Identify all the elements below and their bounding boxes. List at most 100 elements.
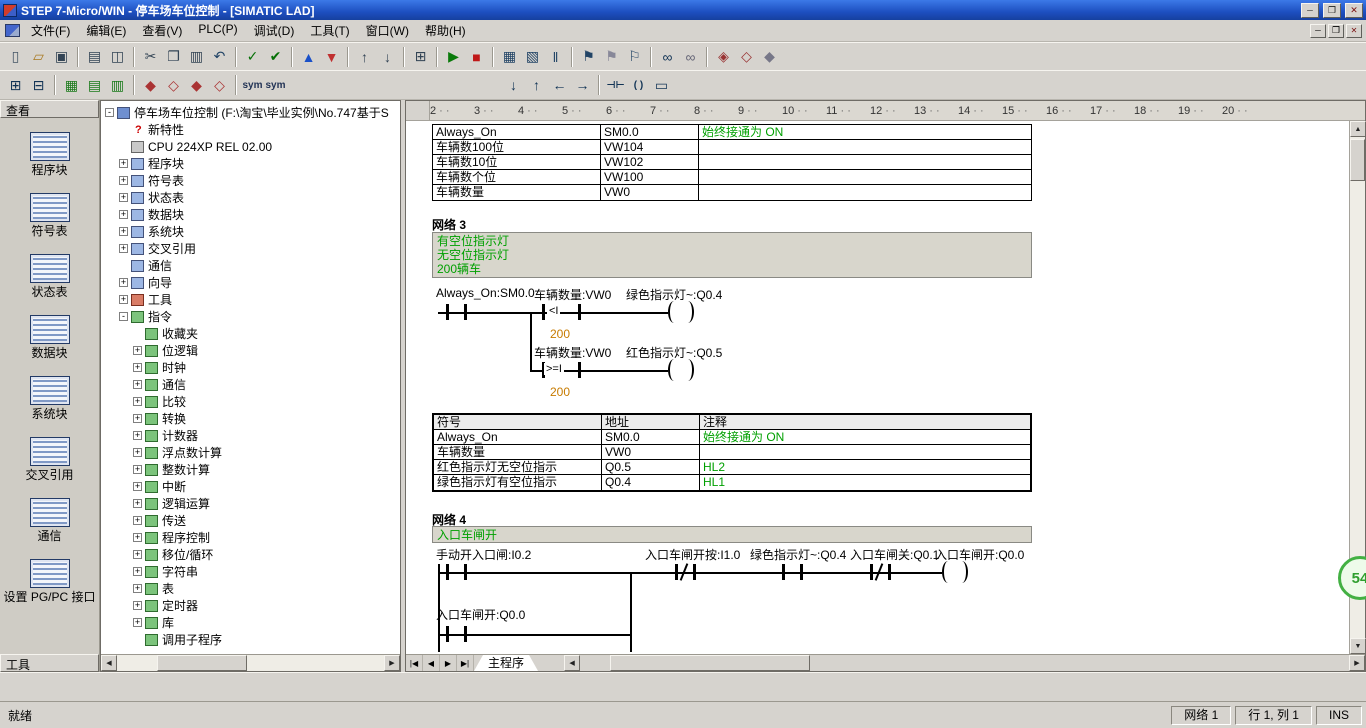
address-cell[interactable]: SM0.0	[601, 125, 699, 139]
address-cell[interactable]: VW100	[601, 170, 699, 184]
address-cell[interactable]: VW0	[601, 185, 699, 200]
tab-main-program[interactable]: 主程序	[474, 655, 538, 671]
vertical-scroll-thumb[interactable]	[1350, 139, 1365, 181]
symbol-comment-toggle-icon[interactable]: sym	[264, 74, 287, 96]
address-cell[interactable]: SM0.0	[602, 430, 700, 444]
address-cell[interactable]: Q0.5	[602, 460, 700, 474]
menu-item[interactable]: PLC(P)	[190, 19, 245, 42]
contact-operand[interactable]: 手动开入口闸:I0.2	[436, 546, 531, 563]
tree-expander-icon[interactable]: +	[133, 584, 142, 593]
contact-operand[interactable]: Always_On:SM0.0	[436, 286, 535, 300]
tree-expander-icon[interactable]: +	[119, 210, 128, 219]
compare-value[interactable]: 200	[550, 385, 570, 399]
pause-monitor-icon[interactable]: ∞	[679, 46, 702, 68]
network3-comment[interactable]: 有空位指示灯 无空位指示灯 200辆车	[432, 232, 1032, 278]
tree-item[interactable]: 收藏夹	[103, 325, 400, 342]
tree-item[interactable]: + 浮点数计算	[103, 444, 400, 461]
tree-expander-icon[interactable]: +	[133, 414, 142, 423]
tree-item[interactable]: + 表	[103, 580, 400, 597]
coil-arc[interactable]	[668, 359, 680, 381]
symbol-cell[interactable]: 车辆数量	[433, 185, 601, 200]
status-monitor-icon[interactable]: ∞	[656, 46, 679, 68]
tab-nav-button[interactable]: ▶|	[457, 655, 474, 671]
comment-cell[interactable]: HL2	[700, 460, 1030, 474]
tree-item[interactable]: + 逻辑运算	[103, 495, 400, 512]
symbol-cell[interactable]: Always_On	[433, 125, 601, 139]
tree-item[interactable]: + 中断	[103, 478, 400, 495]
tree-item[interactable]: + 系统块	[103, 223, 400, 240]
tree-item[interactable]: + 库	[103, 614, 400, 631]
tree-item[interactable]: + 程序块	[103, 155, 400, 172]
tree-expander-icon[interactable]: +	[119, 278, 128, 287]
tree-item[interactable]: + 字符串	[103, 563, 400, 580]
options-icon[interactable]: ⊞	[409, 46, 432, 68]
menu-item[interactable]: 窗口(W)	[358, 19, 417, 42]
compile-icon[interactable]: ✓	[241, 46, 264, 68]
comment-cell[interactable]	[699, 140, 1031, 154]
mdi-close-button[interactable]	[1346, 23, 1362, 38]
sidebar-item-cross-reference[interactable]: 交叉引用	[3, 437, 97, 482]
menu-item[interactable]: 编辑(E)	[78, 19, 134, 42]
comment-cell[interactable]	[699, 185, 1031, 200]
tree-expander-icon[interactable]: +	[133, 431, 142, 440]
download-icon[interactable]: ▼	[320, 46, 343, 68]
contact-operand[interactable]: 绿色指示灯~:Q0.4	[750, 546, 846, 563]
tree-item[interactable]: + 向导	[103, 274, 400, 291]
menu-item[interactable]: 文件(F)	[23, 19, 78, 42]
network4-comment[interactable]: 入口车闸开	[432, 526, 1032, 543]
contact-operand[interactable]: 入口车闸关:Q0.1	[850, 546, 939, 563]
coil-arc[interactable]	[682, 301, 694, 323]
header-cell[interactable]: 地址	[602, 415, 700, 429]
tree-expander-icon[interactable]: +	[119, 295, 128, 304]
tree-item[interactable]: + 工具	[103, 291, 400, 308]
upload-icon[interactable]: ▲	[297, 46, 320, 68]
print-preview-icon[interactable]: ◫	[106, 46, 129, 68]
tab-nav-button[interactable]: ▶	[440, 655, 457, 671]
pause-status-icon[interactable]: ‖	[544, 46, 567, 68]
menu-item[interactable]: 帮助(H)	[417, 19, 474, 42]
address-cell[interactable]: VW0	[602, 445, 700, 459]
restore-button[interactable]	[1323, 2, 1341, 18]
tree-expander-icon[interactable]: +	[133, 380, 142, 389]
mdi-minimize-button[interactable]	[1310, 23, 1326, 38]
tree-item[interactable]: + 计数器	[103, 427, 400, 444]
tree-expander-icon[interactable]: +	[133, 567, 142, 576]
save-icon[interactable]: ▣	[50, 46, 73, 68]
tree-expander-icon[interactable]: +	[133, 516, 142, 525]
tree-item[interactable]: + 状态表	[103, 189, 400, 206]
insert-coil-icon[interactable]: ( )	[627, 74, 650, 96]
scroll-up-icon[interactable]	[1350, 121, 1366, 137]
symbol-cell[interactable]: 车辆数量	[434, 445, 602, 459]
compare-value[interactable]: 200	[550, 327, 570, 341]
sidebar-item-communications[interactable]: 通信	[3, 498, 97, 543]
cut-icon[interactable]: ✂	[139, 46, 162, 68]
tree-item[interactable]: + 位逻辑	[103, 342, 400, 359]
tree-item[interactable]: + 交叉引用	[103, 240, 400, 257]
unforce-icon[interactable]: ◇	[735, 46, 758, 68]
sort-descending-icon[interactable]: ↓	[376, 46, 399, 68]
symbol-cell[interactable]: 绿色指示灯有空位指示	[434, 475, 602, 490]
compare-operator[interactable]: <I	[547, 305, 561, 317]
tree-expander-icon[interactable]: +	[119, 159, 128, 168]
sort-ascending-icon[interactable]: ↑	[353, 46, 376, 68]
address-cell[interactable]: Q0.4	[602, 475, 700, 490]
mdi-restore-button[interactable]	[1328, 23, 1344, 38]
comment-cell[interactable]: HL1	[700, 475, 1030, 490]
compare-operand[interactable]: 车辆数量:VW0	[534, 344, 611, 361]
symbolic-addressing-toggle-icon[interactable]: sym	[241, 74, 264, 96]
line-left-icon[interactable]: ←	[548, 74, 571, 96]
symbol-cell[interactable]: 车辆数10位	[433, 155, 601, 169]
insert-contact-icon[interactable]: ⊣⊢	[604, 74, 627, 96]
tab-nav-button[interactable]: |◀	[406, 655, 423, 671]
address-cell[interactable]: VW102	[601, 155, 699, 169]
symbol-info-table-icon[interactable]: ▤	[83, 74, 106, 96]
paste-icon[interactable]: ▥	[185, 46, 208, 68]
insert-column-icon[interactable]: ◆	[185, 74, 208, 96]
tree-expander-icon[interactable]: +	[133, 465, 142, 474]
tree-item[interactable]: + 程序控制	[103, 529, 400, 546]
comment-cell[interactable]: 始终接通为 ON	[700, 430, 1030, 444]
symbol-cell[interactable]: 车辆数100位	[433, 140, 601, 154]
tree-expander-icon[interactable]: -	[105, 108, 114, 117]
comment-cell[interactable]: 始终接通为 ON	[699, 125, 1031, 139]
read-all-forced-icon[interactable]: ◆	[758, 46, 781, 68]
